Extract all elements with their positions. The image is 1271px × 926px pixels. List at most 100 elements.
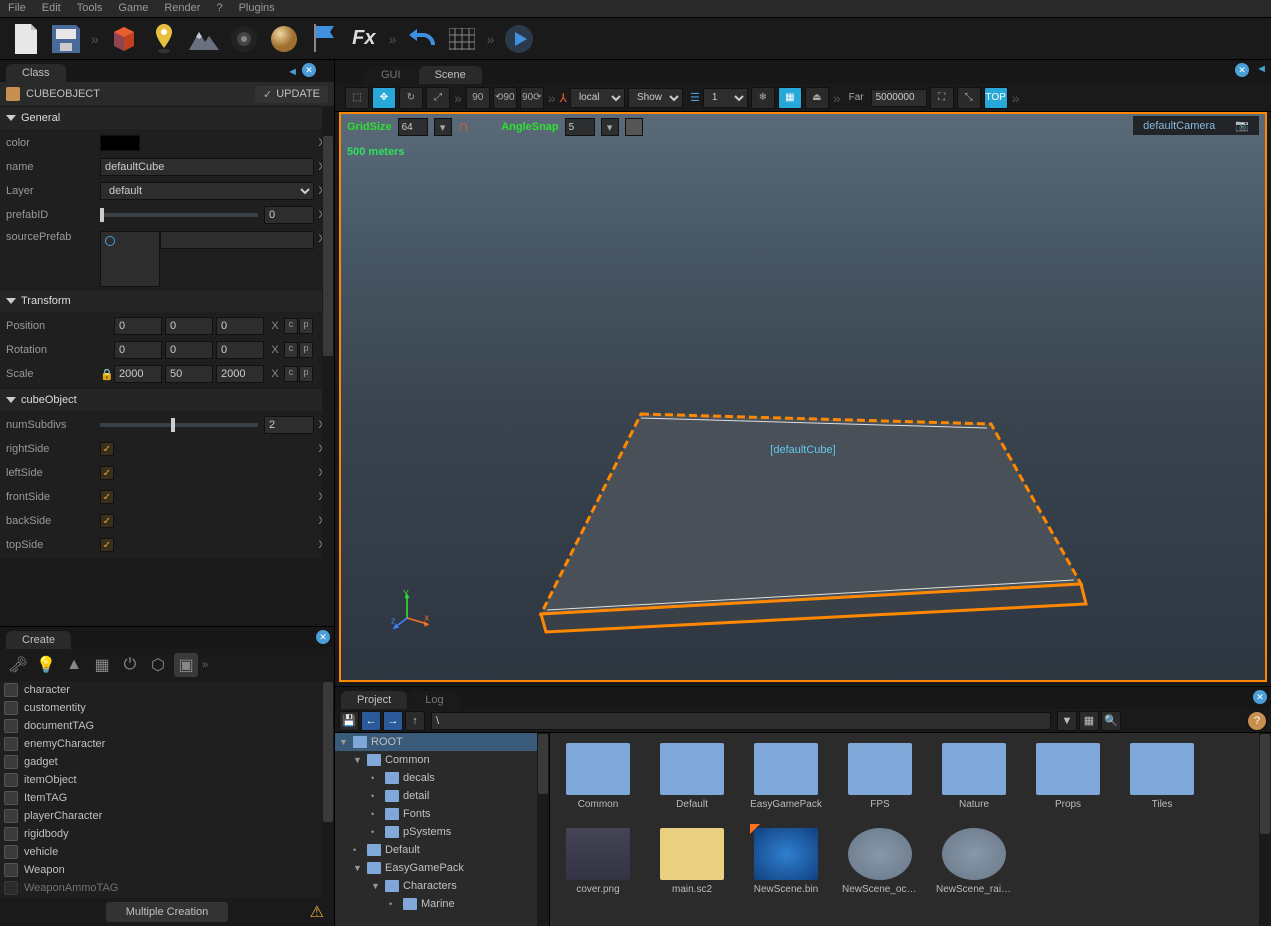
create-tab[interactable]: Create [6, 631, 71, 649]
toolbar-expand-icon[interactable]: » [91, 31, 99, 47]
folder-item[interactable]: Nature [936, 743, 1012, 810]
log-tab[interactable]: Log [409, 691, 459, 709]
flag-icon[interactable] [308, 23, 340, 55]
tree-item[interactable]: •pSystems [335, 823, 549, 841]
gear-icon[interactable]: ⬡ [146, 653, 170, 677]
grid-view-icon[interactable]: ▦ [778, 87, 802, 109]
undo-icon[interactable] [406, 23, 438, 55]
save-icon[interactable] [50, 23, 82, 55]
layers-icon[interactable]: ▦ [90, 653, 114, 677]
update-button[interactable]: ✓ UPDATE [255, 86, 328, 103]
tree-item[interactable]: •Default [335, 841, 549, 859]
tab-close-icon[interactable]: ✕ [302, 63, 316, 77]
menu-help[interactable]: ? [212, 2, 226, 15]
section-general[interactable]: General [0, 107, 334, 129]
scale-y-input[interactable] [165, 365, 213, 383]
file-item[interactable]: NewScene_oce... [842, 828, 918, 895]
file-item[interactable]: NewScene_rain... [936, 828, 1012, 895]
position-x-input[interactable] [114, 317, 162, 335]
prefabid-slider[interactable] [100, 213, 258, 217]
list-item[interactable]: itemObject [0, 771, 334, 789]
list-item[interactable]: documentTAG [0, 717, 334, 735]
tree-item[interactable]: •detail [335, 787, 549, 805]
list-item[interactable]: rigidbody [0, 825, 334, 843]
tree-item[interactable]: •Marine [335, 895, 549, 913]
list-item[interactable]: customentity [0, 699, 334, 717]
scale-tool-icon[interactable]: ⤢ [426, 87, 450, 109]
gui-tab[interactable]: GUI [365, 66, 417, 84]
power-icon[interactable]: ⏻ [118, 653, 142, 677]
menu-edit[interactable]: Edit [38, 2, 65, 15]
toolbar-expand-icon-3[interactable]: » [487, 31, 495, 47]
paste-button[interactable]: p [299, 366, 313, 382]
class-tab[interactable]: Class [6, 64, 66, 82]
copy-button[interactable]: c [284, 318, 298, 334]
menu-game[interactable]: Game [114, 2, 152, 15]
cube-mesh[interactable] [481, 394, 1101, 634]
magnet-icon[interactable]: ∩ [458, 118, 470, 136]
position-y-input[interactable] [165, 317, 213, 335]
scale-x-input[interactable] [114, 365, 162, 383]
copy-button[interactable]: c [284, 342, 298, 358]
back-icon[interactable]: ← [361, 711, 381, 731]
paste-button[interactable]: p [299, 318, 313, 334]
reset-button[interactable]: X [267, 368, 283, 380]
grid-icon[interactable] [446, 23, 478, 55]
grid-icon[interactable]: ▦ [1079, 711, 1099, 731]
fx-icon[interactable]: Fx [348, 23, 380, 55]
frontside-checkbox[interactable]: ✓ [100, 490, 114, 504]
menu-file[interactable]: File [4, 2, 30, 15]
count-select[interactable]: 1 [703, 88, 748, 108]
file-item[interactable]: cover.png [560, 828, 636, 895]
reset-button[interactable]: X [267, 320, 283, 332]
expand-icon[interactable]: ⤡ [957, 87, 981, 109]
scrollbar[interactable] [1259, 733, 1271, 926]
rotation-x-input[interactable] [114, 341, 162, 359]
cube-icon[interactable] [108, 23, 140, 55]
bulb-icon[interactable]: 💡 [34, 653, 58, 677]
up-icon[interactable]: ↑ [405, 711, 425, 731]
path-input[interactable] [431, 712, 1051, 730]
scrollbar[interactable] [322, 681, 334, 898]
tree-item[interactable]: ▼Characters [335, 877, 549, 895]
file-item[interactable]: main.sc2 [654, 828, 730, 895]
topside-checkbox[interactable]: ✓ [100, 538, 114, 552]
tree-item-root[interactable]: ▼ROOT [335, 733, 549, 751]
list-item[interactable]: Weapon [0, 861, 334, 879]
help-icon[interactable]: ? [1247, 711, 1267, 731]
folder-item[interactable]: Tiles [1124, 743, 1200, 810]
section-cubeobject[interactable]: cubeObject [0, 389, 334, 411]
backside-checkbox[interactable]: ✓ [100, 514, 114, 528]
folder-item[interactable]: Props [1030, 743, 1106, 810]
tab-close-icon[interactable]: ✕ [1253, 690, 1267, 704]
numsubdivs-slider[interactable] [100, 423, 258, 427]
search-icon[interactable]: 🔍 [1101, 711, 1121, 731]
section-transform[interactable]: Transform [0, 290, 334, 312]
gridsize-dropdown[interactable]: ▾ [434, 118, 452, 136]
menu-tools[interactable]: Tools [73, 2, 107, 15]
mountain-icon[interactable] [188, 23, 220, 55]
save-icon[interactable]: 💾 [339, 711, 359, 731]
coordinate-space-select[interactable]: local [570, 88, 625, 108]
tab-arrow-right-icon[interactable]: ◄ [1256, 63, 1267, 75]
snowflake-icon[interactable]: ❄ [751, 87, 775, 109]
tab-close-icon[interactable]: ✕ [1235, 63, 1249, 77]
tree-item[interactable]: ▼Common [335, 751, 549, 769]
angle-90-icon[interactable]: 90 [466, 87, 490, 109]
move-tool-icon[interactable]: ✥ [372, 87, 396, 109]
scene-tab[interactable]: Scene [419, 66, 482, 84]
folder-item[interactable]: Common [560, 743, 636, 810]
snap-icon[interactable]: ⏏ [805, 87, 829, 109]
angle-90-button[interactable]: ⟲90 [493, 87, 517, 109]
far-input[interactable] [871, 89, 927, 107]
anglesnap-toggle[interactable] [625, 118, 643, 136]
copy-button[interactable]: c [284, 366, 298, 382]
angle-90-button[interactable]: 90⟳ [520, 87, 544, 109]
file-item[interactable]: NewScene.bin [748, 828, 824, 895]
sourceprefab-input[interactable] [160, 231, 314, 249]
axis-gizmo[interactable]: Y x z [391, 590, 431, 630]
tab-arrow-left-icon[interactable]: ◄ [287, 66, 298, 78]
gridsize-input[interactable] [398, 118, 428, 136]
list-item[interactable]: WeaponAmmoTAG [0, 879, 334, 897]
key-icon[interactable]: 🗝 [6, 653, 30, 677]
